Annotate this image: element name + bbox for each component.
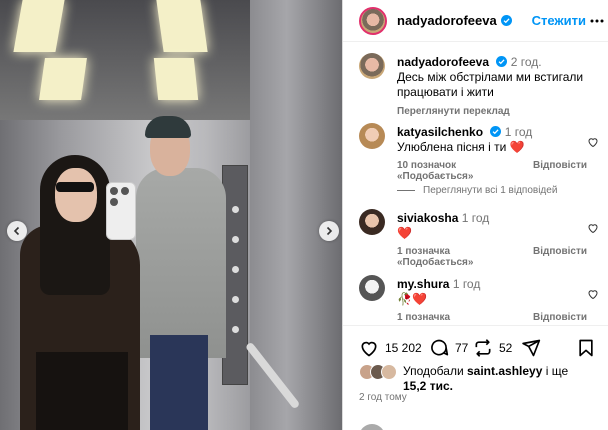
commenter-avatar[interactable] — [359, 209, 385, 235]
share-button[interactable] — [521, 338, 541, 358]
comment-time: 1 год — [504, 125, 533, 139]
heart-icon[interactable] — [587, 288, 599, 300]
post-timestamp: 2 год тому — [359, 392, 407, 403]
liked-by-prefix: Уподобали — [403, 364, 464, 378]
comment-text: ❤️ — [397, 226, 412, 240]
share-icon — [522, 339, 541, 357]
comment-username[interactable]: katyasilchenko — [397, 125, 483, 139]
phone — [106, 182, 136, 240]
next-photo-button[interactable] — [319, 221, 339, 241]
woman-skirt — [36, 352, 128, 430]
repost-button[interactable]: 52 — [473, 338, 512, 358]
verified-badge-icon — [490, 126, 502, 137]
repost-icon — [475, 339, 491, 357]
verified-badge-icon — [500, 15, 512, 26]
post-photo[interactable] — [0, 0, 342, 430]
reply-button[interactable]: Відповісти — [533, 312, 587, 323]
author-username[interactable]: nadyadorofeeva — [397, 13, 497, 28]
heart-icon[interactable] — [587, 136, 599, 148]
comment-time: 1 год — [452, 277, 481, 291]
see-translation-link[interactable]: Переглянути переклад — [397, 106, 587, 117]
comment-time: 1 год — [461, 211, 490, 225]
view-replies-button[interactable]: Переглянути всі 1 відповідей — [397, 185, 557, 196]
commenter-avatar[interactable] — [359, 275, 385, 301]
man-cap — [145, 116, 191, 138]
chevron-left-icon — [13, 226, 20, 236]
comment-text: Улюблена пісня і ти ❤️ — [397, 140, 525, 154]
comment-button[interactable]: 77 — [429, 338, 468, 358]
likes-count: 15 202 — [385, 341, 422, 355]
heart-icon — [361, 341, 377, 357]
follow-button[interactable]: Стежити — [532, 13, 586, 28]
comment-text: 🥀❤️ — [397, 292, 427, 306]
heart-icon[interactable] — [587, 222, 599, 234]
comment-likes[interactable]: 1 позначка «Подобається» — [397, 246, 521, 268]
ceiling-lamp — [153, 58, 199, 100]
more-icon[interactable] — [590, 19, 604, 23]
ceiling-lamp — [39, 58, 87, 100]
post-header: nadyadorofeeva Стежити — [343, 0, 608, 42]
comment-icon — [431, 339, 449, 356]
liked-by-count[interactable]: 15,2 тис. — [403, 379, 453, 393]
comments-count: 77 — [455, 341, 469, 355]
reposts-count: 52 — [499, 341, 513, 355]
liked-by-middle: і ще — [545, 364, 569, 378]
comment-username[interactable]: my.shura — [397, 277, 449, 291]
comments-list[interactable]: nadyadorofeeva 2 год. Десь між обстрілам… — [343, 43, 608, 323]
comment-likes[interactable]: 1 позначка «Подобається» — [397, 312, 521, 323]
reply-button[interactable]: Відповісти — [533, 160, 587, 182]
reply-button[interactable]: Відповісти — [533, 246, 587, 268]
caption-avatar[interactable] — [359, 53, 385, 79]
post-side-panel: nadyadorofeeva Стежити nadyadorofeeva 2 … — [342, 0, 608, 430]
commenter-avatar[interactable] — [359, 123, 385, 149]
liked-by-user[interactable]: saint.ashleyy — [467, 364, 542, 378]
sunglasses — [56, 182, 94, 192]
replies-divider — [397, 190, 415, 191]
bookmark-icon — [579, 339, 593, 357]
ceiling-lamp — [156, 0, 208, 52]
post-actions: 15 202 77 52 Уподобали saint.ashleyy і щ… — [343, 325, 608, 393]
caption-time: 2 год. — [510, 55, 542, 69]
woman-face — [55, 168, 97, 222]
man-figure — [136, 168, 226, 358]
caption-username[interactable]: nadyadorofeeva — [397, 55, 489, 69]
previous-photo-button[interactable] — [7, 221, 27, 241]
verified-badge-icon — [496, 56, 508, 67]
save-button[interactable] — [577, 338, 595, 358]
author-avatar[interactable] — [359, 6, 387, 35]
liked-by: Уподобали saint.ashleyy і ще 15,2 тис. — [359, 364, 568, 394]
man-jeans — [150, 335, 208, 430]
liked-by-avatars — [359, 364, 399, 380]
like-button[interactable]: 15 202 — [359, 338, 422, 358]
comment-username[interactable]: siviakosha — [397, 211, 458, 225]
caption-text: Десь між обстрілами ми встигали працюват… — [397, 70, 584, 99]
current-user-avatar — [359, 424, 385, 430]
view-replies-label: Переглянути всі 1 відповідей — [423, 185, 558, 196]
chevron-right-icon — [326, 226, 333, 236]
comment-likes[interactable]: 10 позначок «Подобається» — [397, 160, 521, 182]
